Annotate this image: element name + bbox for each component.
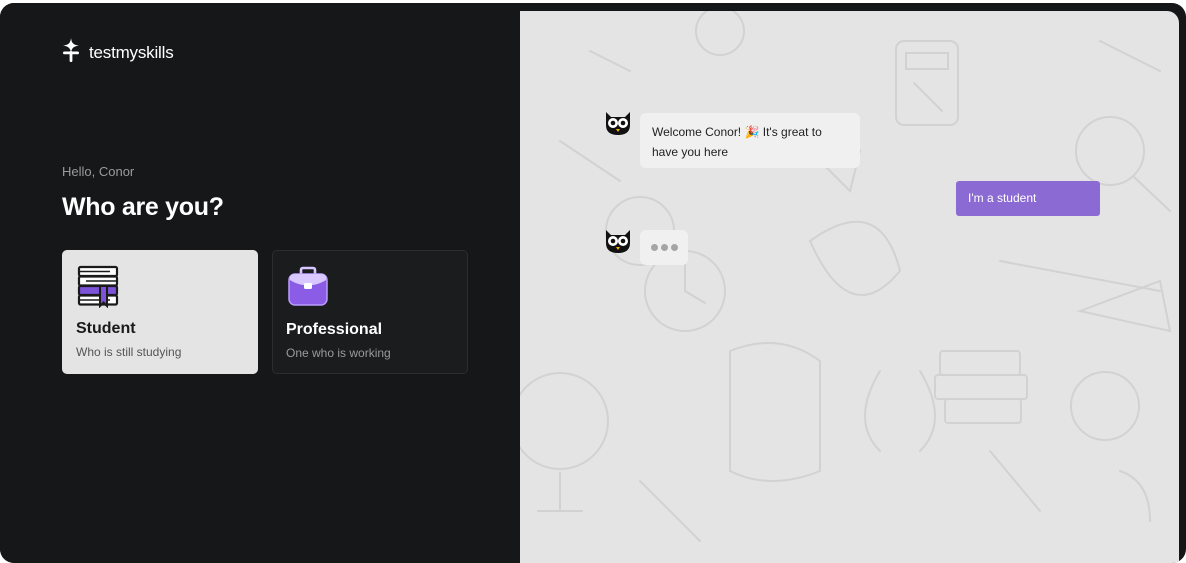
typing-dot bbox=[650, 244, 658, 251]
owl-icon bbox=[604, 226, 632, 259]
owl-icon bbox=[604, 108, 632, 141]
chat-panel: Welcome Conor! 🎉 It's great to have you … bbox=[520, 11, 1179, 563]
brand-logo[interactable]: testmyskills bbox=[61, 37, 174, 68]
option-professional-card[interactable]: Professional One who is working bbox=[272, 250, 468, 374]
greeting-text: Hello, Conor bbox=[62, 164, 135, 179]
typing-dot bbox=[660, 244, 668, 251]
app-window: testmyskills Hello, Conor Who are you? S… bbox=[0, 3, 1186, 563]
option-title: Professional bbox=[286, 321, 383, 338]
onboarding-panel: testmyskills Hello, Conor Who are you? S… bbox=[0, 3, 520, 563]
chat-message-user: I'm a student bbox=[956, 181, 1100, 216]
sparkle-logo-icon bbox=[61, 37, 81, 68]
doodle-background bbox=[520, 11, 1172, 542]
briefcase-icon bbox=[286, 265, 330, 314]
brand-name: testmyskills bbox=[89, 42, 174, 62]
option-student-card[interactable]: Student Who is still studying bbox=[62, 250, 258, 374]
option-subtitle: Who is still studying bbox=[76, 345, 182, 359]
option-title: Student bbox=[76, 320, 136, 337]
option-subtitle: One who is working bbox=[286, 346, 391, 360]
typing-indicator bbox=[640, 230, 688, 265]
typing-dot bbox=[670, 244, 678, 251]
page-title: Who are you? bbox=[62, 193, 224, 221]
books-icon bbox=[76, 264, 120, 313]
chat-message-bot: Welcome Conor! 🎉 It's great to have you … bbox=[640, 113, 860, 168]
